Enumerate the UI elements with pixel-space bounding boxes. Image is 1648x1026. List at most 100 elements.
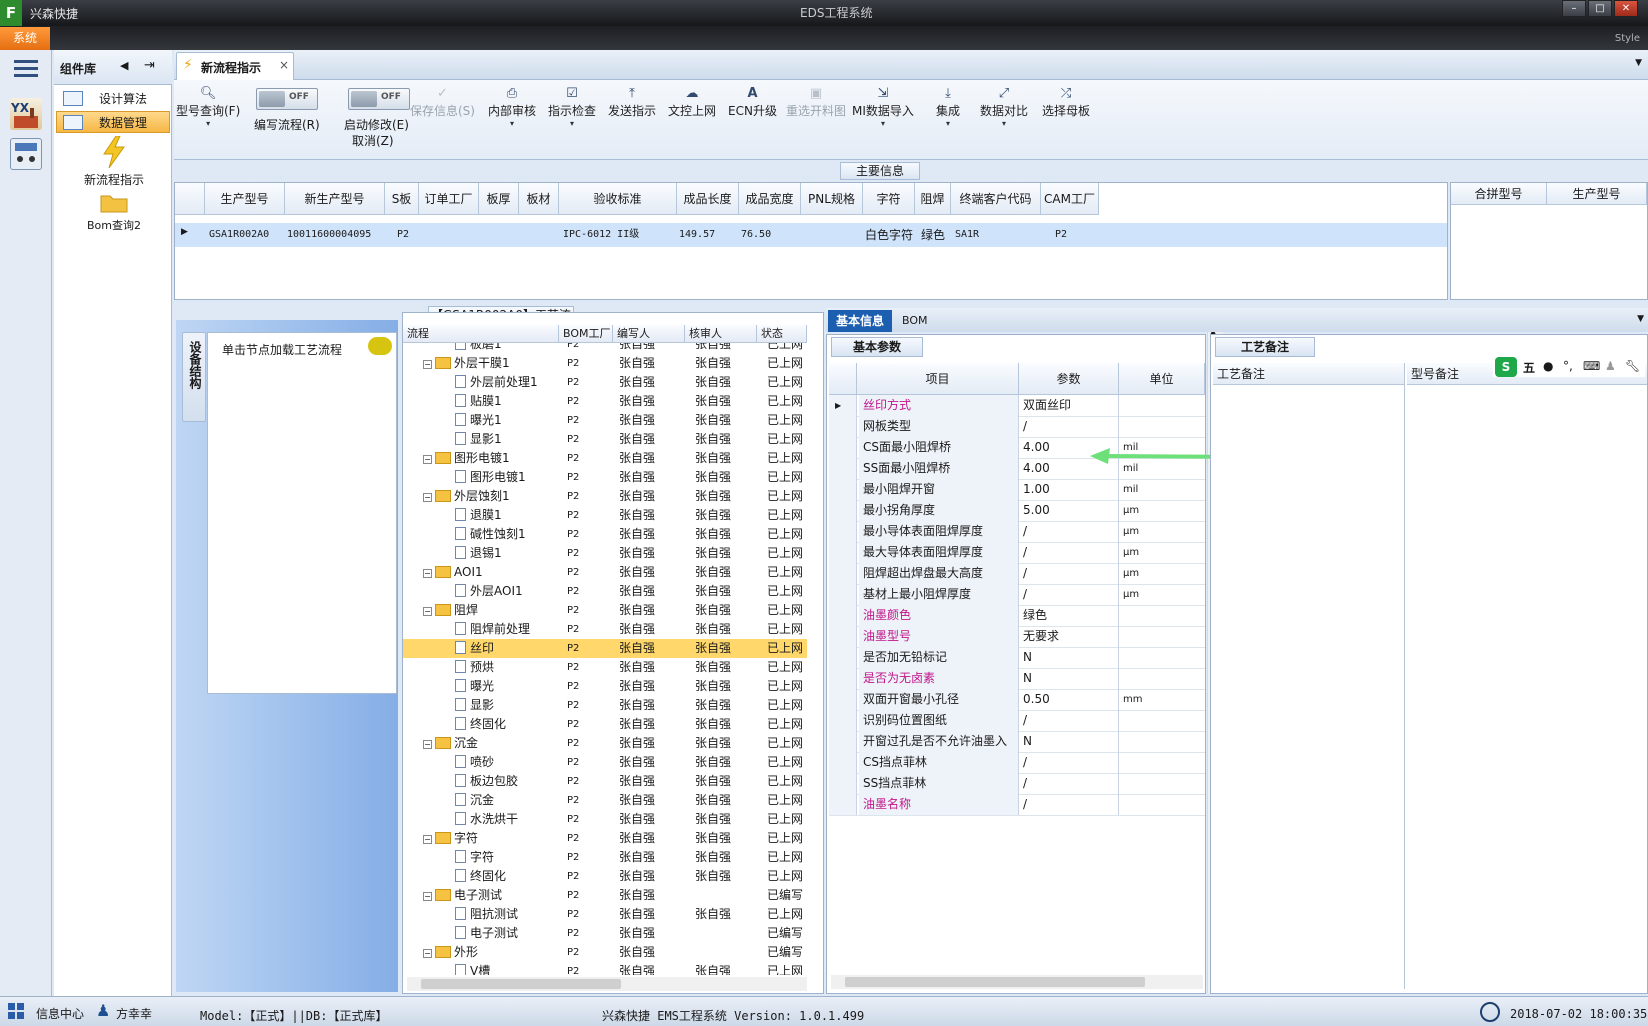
- col-header[interactable]: S板: [385, 183, 419, 215]
- param-row[interactable]: 阻焊超出焊盘最大高度 / μm: [829, 563, 1205, 585]
- row-header[interactable]: [829, 521, 857, 542]
- collapse-icon[interactable]: −: [423, 740, 432, 749]
- ime-toolbar[interactable]: S 五 ● °, ⌨ ♟ 🔧︎: [1493, 357, 1645, 377]
- table-cell[interactable]: 绿色: [921, 225, 945, 245]
- menu-icon[interactable]: [14, 60, 38, 78]
- col-header[interactable]: CAM工厂: [1041, 183, 1099, 215]
- tree-node-label[interactable]: 贴膜1: [470, 394, 502, 408]
- tree-node-label[interactable]: 外形: [454, 945, 478, 959]
- tree-node-label[interactable]: 水洗烘干: [470, 812, 518, 826]
- param-value[interactable]: 绿色: [1021, 605, 1119, 626]
- col-header[interactable]: 单位: [1119, 363, 1205, 395]
- tree-node-label[interactable]: 预烘: [470, 660, 494, 674]
- tree-row[interactable]: V槽 P2 张自强 张自强 已上网: [403, 962, 807, 975]
- tree-node-label[interactable]: 板边包胶: [470, 774, 518, 788]
- param-row[interactable]: 开窗过孔是否不允许油墨入孔N: [829, 731, 1205, 769]
- tree-node-label[interactable]: 显影: [470, 698, 494, 712]
- tree-node-label[interactable]: 阻焊: [454, 603, 478, 617]
- tree-row[interactable]: 贴膜1 P2 张自强 张自强 已上网: [403, 392, 807, 411]
- tree-node-label[interactable]: 沉金: [470, 793, 494, 807]
- row-header[interactable]: [829, 731, 857, 752]
- col-header[interactable]: 状态: [757, 325, 807, 343]
- ecn-upgrade-button[interactable]: A ECN升级: [728, 86, 777, 119]
- tree-row[interactable]: 预烘 P2 张自强 张自强 已上网: [403, 658, 807, 677]
- param-value[interactable]: /: [1021, 752, 1119, 773]
- table-row[interactable]: ▶ GSA1R002A0 10011600004095 P2 IPC-6012 …: [175, 223, 1447, 247]
- col-header[interactable]: 核审人: [685, 325, 757, 343]
- param-row[interactable]: 最小拐角厚度 5.00 μm: [829, 500, 1205, 522]
- tree-row[interactable]: 水洗烘干 P2 张自强 张自强 已上网: [403, 810, 807, 829]
- factory-icon[interactable]: YX: [10, 98, 42, 130]
- table-cell[interactable]: 10011600004095: [287, 225, 371, 245]
- ime-mode-label[interactable]: 五: [1523, 359, 1535, 376]
- col-header[interactable]: PNL规格: [801, 183, 863, 215]
- param-row[interactable]: CS挡点菲林 /: [829, 752, 1205, 774]
- tree-node-label[interactable]: 阻焊前处理: [470, 622, 530, 636]
- param-value[interactable]: 双面丝印: [1021, 395, 1119, 416]
- collapse-icon[interactable]: −: [423, 835, 432, 844]
- tree-node-label[interactable]: 终固化: [470, 717, 506, 731]
- param-value[interactable]: /: [1021, 521, 1119, 542]
- tree-node-label[interactable]: 电子测试: [470, 926, 518, 940]
- col-header[interactable]: 流程: [403, 325, 559, 343]
- param-row[interactable]: ▶ 丝印方式 双面丝印: [829, 395, 1205, 417]
- tree-node-label[interactable]: 板磨1: [470, 343, 502, 351]
- tree-node-label[interactable]: 外层干膜1: [454, 356, 510, 370]
- tree-row[interactable]: 碱性蚀刻1 P2 张自强 张自强 已上网: [403, 525, 807, 544]
- row-header[interactable]: [829, 794, 857, 815]
- param-row[interactable]: 识别码位置图纸 /: [829, 710, 1205, 732]
- collapse-icon[interactable]: −: [423, 892, 432, 901]
- select-motherboard-button[interactable]: ⤮ 选择母板: [1042, 86, 1090, 119]
- param-value[interactable]: 0.50: [1021, 689, 1119, 710]
- tree-row[interactable]: 字符 P2 张自强 张自强 已上网: [403, 848, 807, 867]
- row-header[interactable]: [829, 605, 857, 626]
- pin-icon[interactable]: ⇥: [144, 58, 155, 73]
- tree-row[interactable]: 退锡1 P2 张自强 张自强 已上网: [403, 544, 807, 563]
- tree-node-label[interactable]: 图形电镀1: [470, 470, 526, 484]
- maximize-button[interactable]: □: [1588, 0, 1612, 17]
- tree-node-label[interactable]: 沉金: [454, 736, 478, 750]
- param-row[interactable]: 网板类型 /: [829, 416, 1205, 438]
- col-header[interactable]: 终端客户代码: [951, 183, 1041, 215]
- tree-row[interactable]: 阻焊前处理 P2 张自强 张自强 已上网: [403, 620, 807, 639]
- table-cell[interactable]: SA1R: [955, 225, 979, 245]
- tree-row[interactable]: 曝光1 P2 张自强 张自强 已上网: [403, 411, 807, 430]
- tree-node-label[interactable]: 曝光: [470, 679, 494, 693]
- collapse-icon[interactable]: −: [423, 569, 432, 578]
- tree-row[interactable]: − 外层蚀刻1 P2 张自强 张自强 已上网: [403, 487, 807, 506]
- param-row[interactable]: 油墨名称 /: [829, 794, 1205, 816]
- col-header[interactable]: 合拼型号: [1451, 183, 1547, 205]
- toggle-switch[interactable]: OFF: [348, 88, 410, 110]
- tree-node-label[interactable]: 显影1: [470, 432, 502, 446]
- tab-new-process[interactable]: ⚡ 新流程指示 ×: [176, 52, 294, 80]
- collapse-icon[interactable]: −: [423, 360, 432, 369]
- row-header[interactable]: [829, 479, 857, 500]
- tree-row[interactable]: − 电子测试 P2 张自强 已编写: [403, 886, 807, 905]
- col-header[interactable]: 订单工厂: [419, 183, 479, 215]
- moon-icon[interactable]: ●: [1543, 359, 1553, 373]
- row-header[interactable]: [829, 710, 857, 731]
- chevron-down-icon[interactable]: ▼: [1635, 58, 1642, 68]
- col-header[interactable]: 项目: [857, 363, 1019, 395]
- shortcut-new-process[interactable]: 新流程指示: [64, 135, 164, 188]
- tree-row[interactable]: − 外形 P2 张自强 已编写: [403, 943, 807, 962]
- tree-row[interactable]: 板边包胶 P2 张自强 张自强 已上网: [403, 772, 807, 791]
- tree-row[interactable]: − 字符 P2 张自强 张自强 已上网: [403, 829, 807, 848]
- tab-close-icon[interactable]: ×: [279, 58, 289, 72]
- tree-node-label[interactable]: 喷砂: [470, 755, 494, 769]
- info-center-link[interactable]: 信息中心: [36, 1005, 84, 1022]
- param-row[interactable]: 基材上最小阻焊厚度 / μm: [829, 584, 1205, 606]
- table-cell[interactable]: 76.50: [741, 225, 771, 245]
- collapse-icon[interactable]: −: [423, 949, 432, 958]
- tree-node-label[interactable]: 字符: [470, 850, 494, 864]
- row-header[interactable]: [829, 542, 857, 563]
- tree-row[interactable]: 显影1 P2 张自强 张自强 已上网: [403, 430, 807, 449]
- col-header[interactable]: 成品宽度: [739, 183, 801, 215]
- param-value[interactable]: /: [1021, 710, 1119, 731]
- system-menu-button[interactable]: 系统: [0, 27, 50, 50]
- tab-equipment-structure[interactable]: 设备结构: [182, 332, 206, 422]
- tree-row[interactable]: − 阻焊 P2 张自强 张自强 已上网: [403, 601, 807, 620]
- tree-node-label[interactable]: 终固化: [470, 869, 506, 883]
- row-header[interactable]: [829, 563, 857, 584]
- row-header[interactable]: [829, 668, 857, 689]
